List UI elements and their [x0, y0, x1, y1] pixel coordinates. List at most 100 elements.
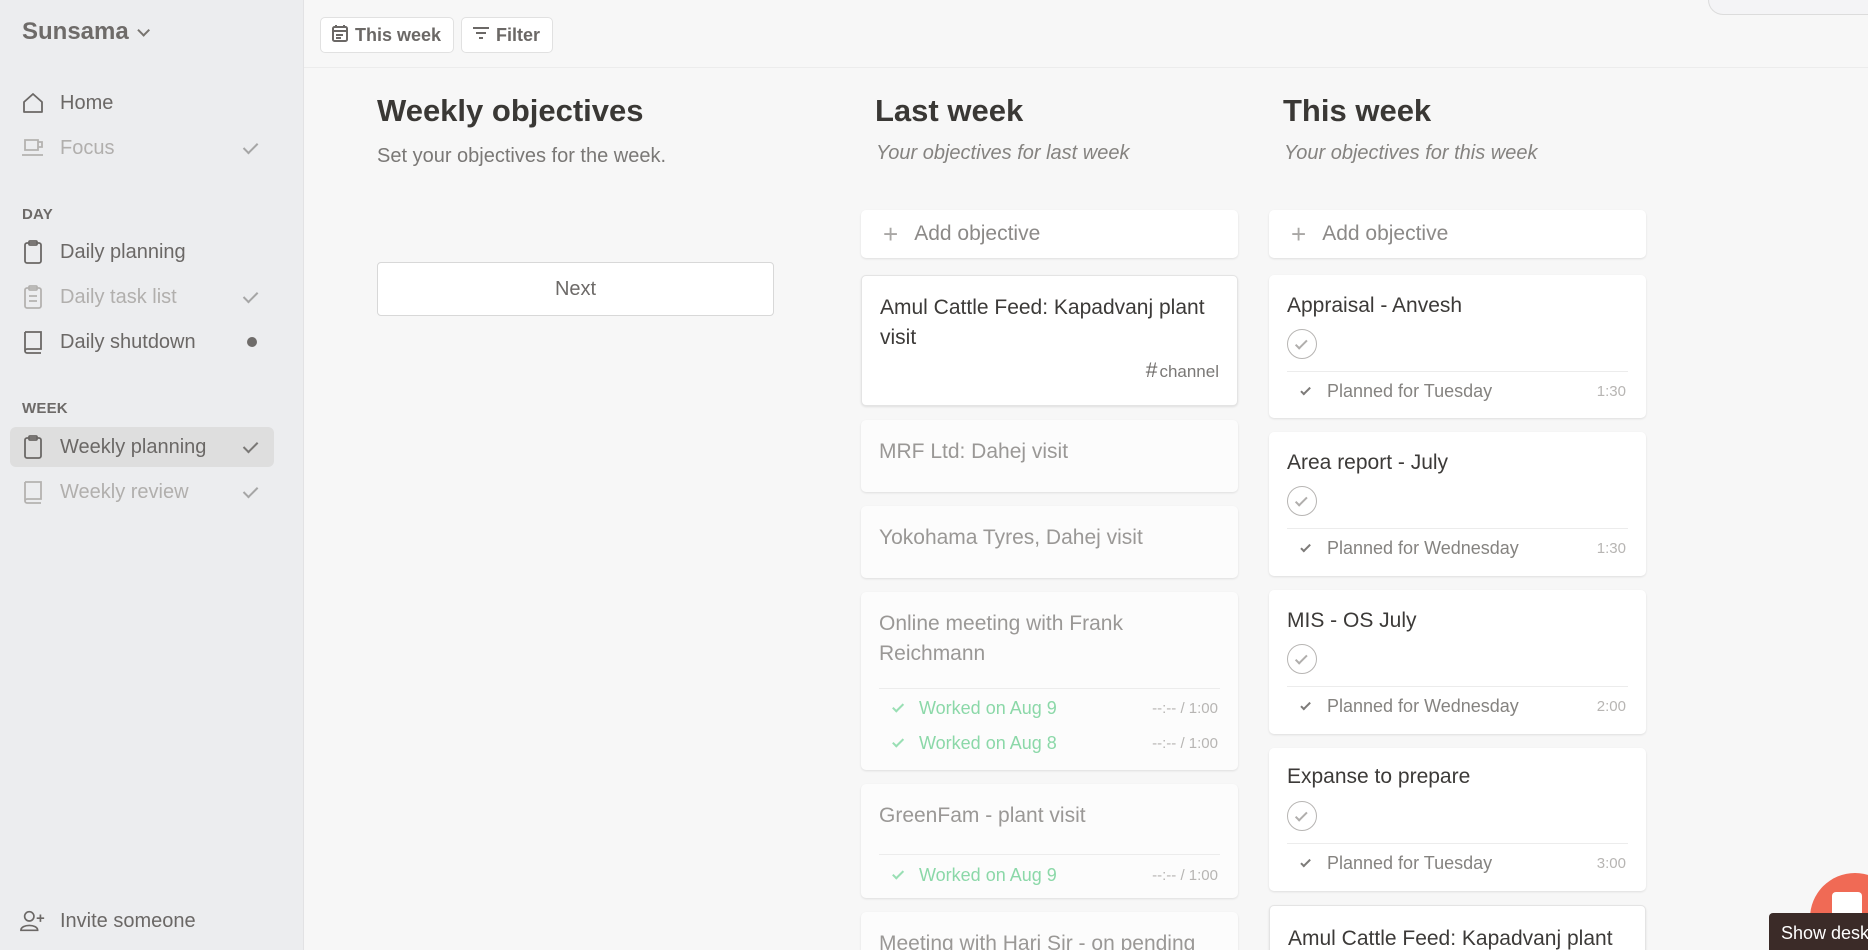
- weekly-objectives-title: Weekly objectives: [377, 93, 644, 128]
- planned-row: Planned for Wednesday 1:30: [1287, 533, 1626, 563]
- sidebar-item-label: Daily planning: [60, 240, 186, 263]
- complete-toggle[interactable]: [1287, 329, 1317, 359]
- clipboard-icon: [20, 434, 46, 460]
- sidebar-item-label: Home: [60, 91, 114, 114]
- sidebar-item-weekly-planning[interactable]: Weekly planning: [10, 427, 274, 467]
- sidebar-item-weekly-review[interactable]: Weekly review: [10, 472, 274, 512]
- planned-row: Planned for Wednesday 2:00: [1287, 691, 1626, 721]
- add-objective-label: Add objective: [1322, 222, 1449, 245]
- pending-dot-icon: [247, 337, 257, 347]
- check-icon: [891, 867, 904, 880]
- card-divider: [1287, 528, 1628, 529]
- card-divider: [1287, 843, 1628, 844]
- objective-title: MRF Ltd: Dahej visit: [879, 440, 1069, 463]
- invite-someone-button[interactable]: Invite someone: [10, 901, 274, 941]
- card-divider: [1287, 371, 1628, 372]
- home-icon: [20, 90, 46, 116]
- check-icon: [242, 138, 259, 155]
- objective-card[interactable]: MRF Ltd: Dahej visit: [861, 420, 1238, 492]
- objective-card[interactable]: Amul Cattle Feed: Kapadvanj plant: [1269, 905, 1646, 950]
- planned-label: Planned for Wednesday: [1327, 537, 1519, 558]
- sidebar-item-daily-planning[interactable]: Daily planning: [10, 232, 274, 272]
- time-value: --:-- / 1:00: [1152, 734, 1218, 752]
- worked-row: Worked on Aug 9 --:-- / 1:00: [879, 860, 1218, 890]
- objective-title: GreenFam - plant visit: [879, 804, 1086, 827]
- book-icon: [20, 329, 46, 355]
- this-week-button[interactable]: This week: [320, 17, 455, 53]
- filter-icon: [472, 25, 490, 46]
- check-icon: [1300, 384, 1311, 395]
- objective-title: Appraisal - Anvesh: [1287, 294, 1463, 317]
- time-value: 1:30: [1596, 382, 1626, 400]
- objective-card[interactable]: Yokohama Tyres, Dahej visit: [861, 506, 1238, 578]
- objective-title: MIS - OS July: [1287, 609, 1417, 632]
- hash-icon: #: [1145, 359, 1158, 382]
- objective-card[interactable]: Amul Cattle Feed: Kapadvanj plant visit …: [861, 275, 1238, 406]
- check-icon: [891, 735, 904, 748]
- top-bar: This week Filter: [304, 0, 1868, 68]
- sidebar-item-label: Focus: [60, 136, 115, 159]
- sidebar-item-home[interactable]: Home: [10, 83, 274, 123]
- planned-label: Planned for Wednesday: [1327, 695, 1519, 716]
- last-week-subtitle: Your objectives for last week: [876, 142, 1130, 164]
- sidebar-item-label: Weekly planning: [60, 435, 207, 458]
- channel-label: channel: [1159, 362, 1219, 381]
- worked-label: Worked on Aug 9: [919, 864, 1057, 885]
- plus-icon: +: [883, 219, 899, 249]
- add-objective-this-week[interactable]: + Add objective: [1269, 210, 1646, 258]
- complete-toggle[interactable]: [1287, 801, 1317, 831]
- filter-button[interactable]: Filter: [461, 17, 554, 53]
- objective-card[interactable]: Appraisal - Anvesh Planned for Tuesday 1…: [1269, 275, 1646, 418]
- show-desktop-tooltip: Show desktop: [1769, 913, 1868, 950]
- add-objective-label: Add objective: [914, 222, 1041, 245]
- worked-row: Worked on Aug 9 --:-- / 1:00: [879, 693, 1218, 723]
- sidebar-item-label: Daily shutdown: [60, 330, 196, 353]
- this-week-subtitle: Your objectives for this week: [1284, 142, 1538, 164]
- sidebar: Sunsama Home Focus DAY Daily planning Da…: [0, 0, 304, 950]
- planned-row: Planned for Tuesday 3:00: [1287, 848, 1626, 878]
- planned-row: Planned for Tuesday 1:30: [1287, 376, 1626, 406]
- objective-card[interactable]: Area report - July Planned for Wednesday…: [1269, 432, 1646, 576]
- objective-card[interactable]: Expanse to prepare Planned for Tuesday 3…: [1269, 748, 1646, 891]
- this-week-title: This week: [1283, 93, 1432, 128]
- clipboard-icon: [20, 239, 46, 265]
- planned-label: Planned for Tuesday: [1327, 852, 1493, 873]
- section-label-day: DAY: [22, 206, 53, 223]
- time-value: --:-- / 1:00: [1152, 866, 1218, 884]
- check-icon: [891, 700, 904, 713]
- worked-label: Worked on Aug 9: [919, 697, 1057, 718]
- plus-icon: +: [1291, 219, 1307, 249]
- check-icon: [242, 287, 259, 304]
- channel-tag[interactable]: # channel: [1146, 359, 1219, 383]
- sidebar-item-label: Weekly review: [60, 480, 189, 503]
- workspace-switcher[interactable]: Sunsama: [22, 18, 150, 46]
- add-objective-last-week[interactable]: + Add objective: [861, 210, 1238, 258]
- objective-card[interactable]: MIS - OS July Planned for Wednesday 2:00: [1269, 590, 1646, 734]
- time-value: --:-- / 1:00: [1152, 699, 1218, 717]
- objective-title: Area report - July: [1287, 451, 1449, 474]
- invite-label: Invite someone: [60, 909, 196, 932]
- sidebar-item-daily-task-list[interactable]: Daily task list: [10, 277, 274, 317]
- time-value: 3:00: [1596, 854, 1626, 872]
- planned-label: Planned for Tuesday: [1327, 380, 1493, 401]
- check-icon: [1294, 651, 1308, 665]
- objective-title: Meeting with Hari Sir - on pending: [879, 932, 1196, 950]
- check-icon: [242, 437, 259, 454]
- sidebar-item-focus[interactable]: Focus: [10, 128, 274, 168]
- check-icon: [242, 482, 259, 499]
- next-button[interactable]: Next: [377, 262, 774, 316]
- check-icon: [1300, 856, 1311, 867]
- section-label-week: WEEK: [22, 400, 68, 417]
- card-divider: [879, 688, 1220, 689]
- objective-card[interactable]: Online meeting with Frank Reichmann Work…: [861, 592, 1238, 770]
- objective-title: Expanse to prepare: [1287, 765, 1471, 788]
- objective-title: Amul Cattle Feed: Kapadvanj plant: [1288, 927, 1613, 950]
- app-root: Sunsama Home Focus DAY Daily planning Da…: [0, 0, 1868, 950]
- sidebar-item-daily-shutdown[interactable]: Daily shutdown: [10, 322, 274, 362]
- last-week-title: Last week: [875, 93, 1024, 128]
- objective-card[interactable]: Meeting with Hari Sir - on pending: [861, 912, 1238, 950]
- complete-toggle[interactable]: [1287, 644, 1317, 674]
- chevron-down-icon: [136, 23, 150, 37]
- objective-card[interactable]: GreenFam - plant visit Worked on Aug 9 -…: [861, 784, 1238, 898]
- complete-toggle[interactable]: [1287, 486, 1317, 516]
